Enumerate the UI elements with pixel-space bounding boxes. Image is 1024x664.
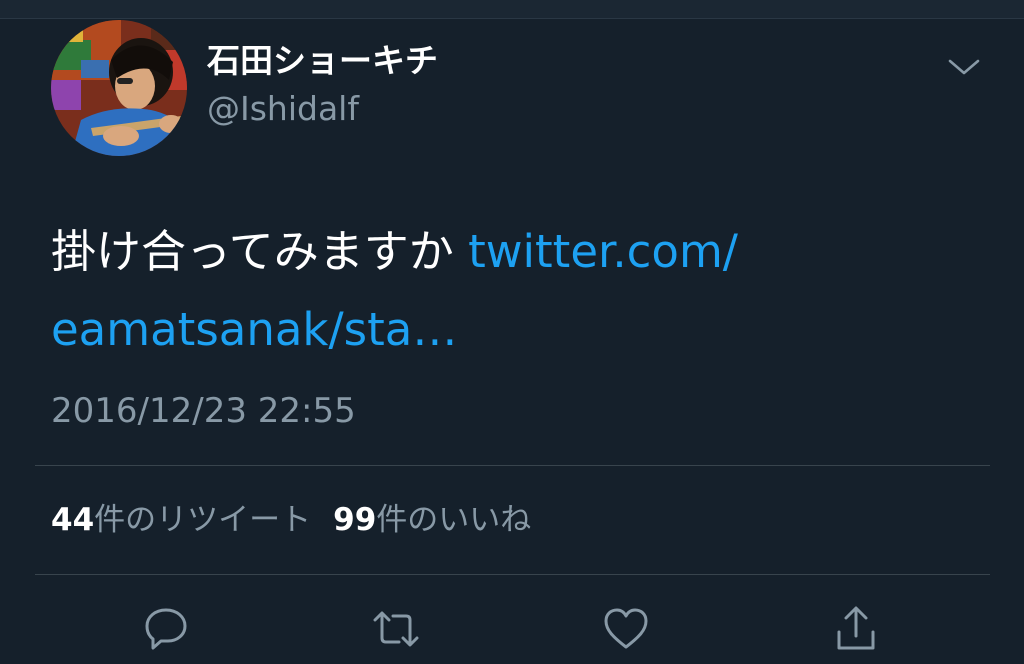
heart-icon[interactable]	[601, 604, 651, 654]
retweet-stat[interactable]: 44件のリツイート	[51, 500, 311, 540]
tweet-timestamp: 2016/12/23 22:55	[51, 391, 356, 431]
like-count: 99	[333, 502, 377, 538]
avatar[interactable]	[51, 20, 187, 156]
like-label: 件のいいね	[376, 502, 532, 538]
tweet-link-line2[interactable]: eamatsanak/sta…	[51, 303, 457, 356]
top-edge	[0, 0, 1024, 19]
tweet-body-text: 掛け合ってみますか	[51, 225, 454, 278]
chevron-down-icon[interactable]	[944, 53, 984, 81]
divider	[35, 465, 990, 466]
retweet-count: 44	[51, 502, 95, 538]
like-stat[interactable]: 99件のいいね	[333, 500, 531, 540]
reply-icon[interactable]	[141, 604, 191, 654]
author-handle[interactable]: @Ishidalf	[207, 89, 359, 129]
divider	[35, 574, 990, 575]
author-display-name[interactable]: 石田ショーキチ	[207, 41, 438, 81]
share-icon[interactable]	[831, 604, 881, 654]
tweet-link-line1[interactable]: twitter.com/	[468, 225, 738, 278]
retweet-icon[interactable]	[371, 604, 421, 654]
avatar-image	[51, 20, 187, 156]
tweet-detail: 石田ショーキチ @Ishidalf 掛け合ってみますか twitter.com/…	[0, 19, 1024, 664]
tweet-text: 掛け合ってみますか twitter.com/eamatsanak/sta…	[51, 213, 981, 369]
tweet-stats: 44件のリツイート 99件のいいね	[51, 500, 531, 540]
retweet-label: 件のリツイート	[94, 502, 312, 538]
